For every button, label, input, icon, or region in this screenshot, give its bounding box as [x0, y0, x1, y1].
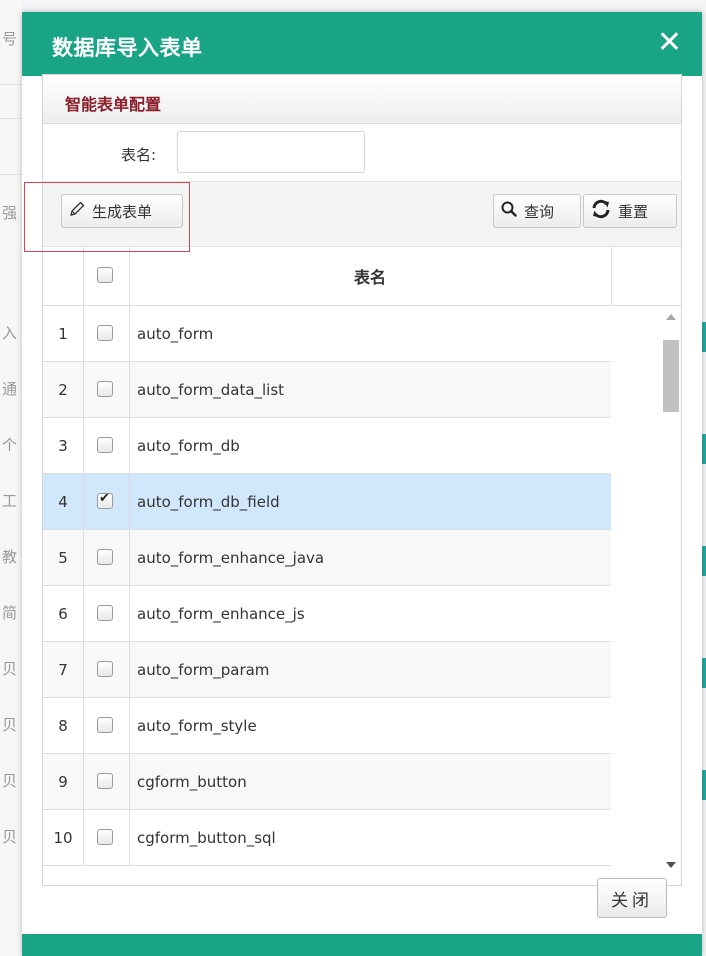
table-row[interactable]: 10 cgform_button_sql [43, 810, 611, 866]
row-checkbox[interactable] [97, 381, 113, 397]
table-name-column-header[interactable]: 表名 [129, 247, 612, 305]
background-text: 强 [2, 204, 18, 222]
scroll-up-arrow-icon[interactable] [666, 314, 676, 320]
row-checkbox[interactable] [97, 661, 113, 677]
row-number: 1 [43, 306, 84, 361]
query-button[interactable]: 查询 [493, 194, 581, 228]
table-row[interactable]: 2 auto_form_data_list [43, 362, 611, 418]
close-icon[interactable]: ✕ [657, 26, 682, 60]
background-text: 通 [2, 380, 18, 398]
select-all-cell [83, 247, 130, 305]
scrollbar-thumb[interactable] [663, 340, 679, 412]
close-button[interactable]: 关闭 [597, 878, 667, 918]
table-name-cell: auto_form_db [137, 436, 240, 455]
background-text: 贝 [2, 828, 18, 846]
table-name-label: 表名: [121, 146, 157, 164]
dialog-titlebar[interactable]: 数据库导入表单 ✕ [22, 12, 702, 76]
table-name-cell: auto_form [137, 324, 214, 343]
import-dialog: 数据库导入表单 ✕ 智能表单配置 表名: 生成表单 查询 重置 表名 1 aut… [22, 12, 702, 956]
row-number: 8 [43, 698, 84, 753]
row-number: 10 [43, 810, 84, 865]
background-text: 贝 [2, 716, 18, 734]
toolbar: 生成表单 查询 重置 [43, 181, 681, 247]
background-divider [0, 84, 22, 85]
table-row[interactable]: 1 auto_form [43, 306, 611, 362]
row-number: 9 [43, 754, 84, 809]
select-all-checkbox[interactable] [97, 267, 113, 283]
generate-form-button[interactable]: 生成表单 [61, 194, 183, 228]
background-text: 个 [2, 436, 18, 454]
background-page: 号 强 入 通 个 工 教 简 贝 贝 贝 贝 [0, 0, 22, 956]
reset-label: 重置 [618, 202, 649, 221]
query-label: 查询 [524, 202, 555, 221]
background-divider [0, 174, 22, 175]
table-row[interactable]: 5 auto_form_enhance_java [43, 530, 611, 586]
row-checkbox[interactable] [97, 325, 113, 341]
grid-body: 1 auto_form 2 auto_form_data_list 3 auto… [43, 306, 611, 876]
row-checkbox-checked[interactable] [97, 491, 113, 509]
row-checkbox[interactable] [97, 773, 113, 789]
panel-title: 智能表单配置 [65, 95, 162, 114]
search-icon [500, 200, 518, 222]
grid-scrollbar[interactable] [661, 306, 681, 876]
background-text: 贝 [2, 660, 18, 678]
dialog-title: 数据库导入表单 [52, 36, 203, 60]
row-checkbox[interactable] [97, 437, 113, 453]
table-row[interactable]: 7 auto_form_param [43, 642, 611, 698]
search-row: 表名: [43, 124, 681, 180]
table-row[interactable]: 8 auto_form_style [43, 698, 611, 754]
table-name-input[interactable] [177, 131, 365, 173]
table-row-selected[interactable]: 4 auto_form_db_field [43, 474, 611, 530]
table-name-cell: auto_form_data_list [137, 380, 285, 399]
panel-header: 智能表单配置 [43, 75, 681, 124]
refresh-icon [590, 199, 612, 223]
table-name-cell: auto_form_enhance_java [137, 548, 325, 567]
table-name-cell: auto_form_db_field [137, 492, 280, 511]
grid-header: 表名 [43, 247, 681, 306]
table-row[interactable]: 9 cgform_button [43, 754, 611, 810]
table-row[interactable]: 3 auto_form_db [43, 418, 611, 474]
reset-button[interactable]: 重置 [583, 194, 677, 228]
pencil-icon [68, 200, 86, 222]
table-name-cell: cgform_button [137, 772, 247, 791]
table-name-cell: cgform_button_sql [137, 828, 276, 847]
row-number: 2 [43, 362, 84, 417]
row-checkbox[interactable] [97, 829, 113, 845]
background-text: 号 [2, 30, 18, 48]
background-text: 工 [2, 492, 18, 510]
row-checkbox[interactable] [97, 549, 113, 565]
row-number: 6 [43, 586, 84, 641]
row-checkbox[interactable] [97, 717, 113, 733]
dialog-footer-bar [22, 934, 702, 956]
table-name-cell: auto_form_enhance_js [137, 604, 305, 623]
table-name-cell: auto_form_param [137, 660, 270, 679]
row-number: 7 [43, 642, 84, 697]
row-number: 4 [43, 474, 84, 529]
background-text: 入 [2, 324, 18, 342]
row-checkbox[interactable] [97, 605, 113, 621]
background-text: 教 [2, 548, 18, 566]
row-number: 5 [43, 530, 84, 585]
row-number-header [43, 247, 84, 305]
generate-form-label: 生成表单 [92, 202, 153, 221]
table-row[interactable]: 6 auto_form_enhance_js [43, 586, 611, 642]
background-text: 贝 [2, 772, 18, 790]
row-number: 3 [43, 418, 84, 473]
form-config-panel: 智能表单配置 表名: 生成表单 查询 重置 表名 1 auto_form 2 a… [42, 74, 682, 886]
background-divider [0, 118, 22, 119]
background-text: 简 [2, 604, 18, 622]
table-name-cell: auto_form_style [137, 716, 257, 735]
scroll-down-arrow-icon[interactable] [666, 862, 676, 868]
